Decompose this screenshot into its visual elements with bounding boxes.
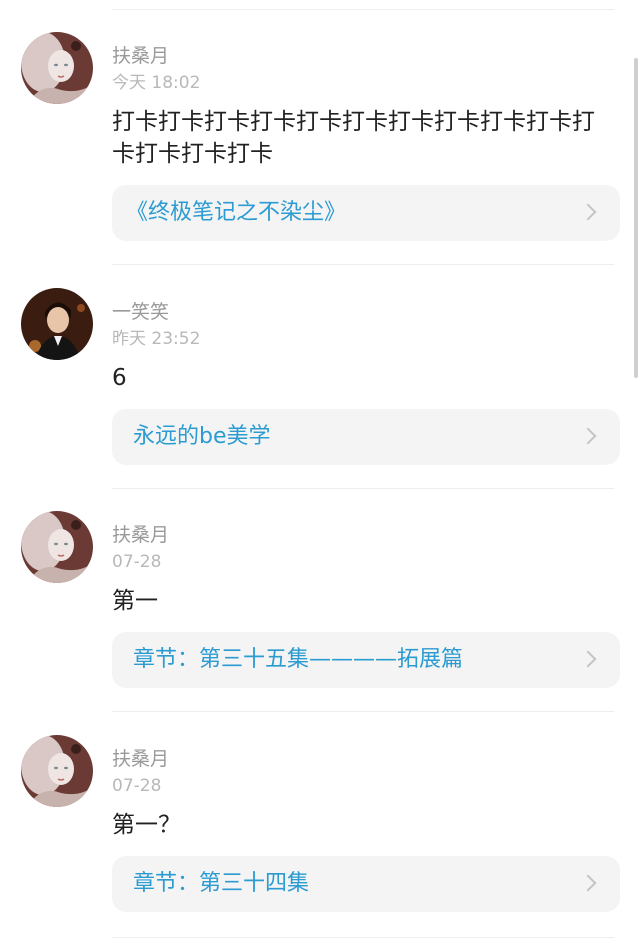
username[interactable]: 扶桑月 bbox=[112, 523, 169, 547]
chevron-right-icon bbox=[579, 874, 597, 892]
timestamp: 昨天 23:52 bbox=[112, 329, 201, 349]
username[interactable]: 扶桑月 bbox=[112, 44, 169, 68]
comment-text: 第一 bbox=[112, 588, 158, 614]
comment-text: 第一？ bbox=[112, 812, 181, 838]
linked-chapter-title: 章节：第三十四集 bbox=[133, 871, 310, 896]
username[interactable]: 一笑笑 bbox=[112, 300, 169, 324]
bottom-divider bbox=[112, 937, 614, 938]
linked-work-card[interactable]: 永远的be美学 bbox=[112, 409, 620, 465]
timestamp: 今天 18:02 bbox=[112, 73, 201, 93]
top-divider bbox=[112, 9, 614, 10]
avatar[interactable] bbox=[21, 288, 93, 360]
comment-divider bbox=[112, 488, 614, 489]
comment-divider bbox=[112, 711, 614, 712]
timestamp: 07-28 bbox=[112, 552, 162, 572]
girl-portrait-avatar-icon bbox=[21, 32, 93, 104]
linked-chapter-title: 章节：第三十五集————拓展篇 bbox=[133, 647, 464, 672]
timestamp: 07-28 bbox=[112, 776, 162, 796]
linked-work-title: 《终极笔记之不染尘》 bbox=[126, 200, 347, 225]
chevron-right-icon bbox=[579, 650, 597, 668]
linked-chapter-card[interactable]: 章节：第三十五集————拓展篇 bbox=[112, 632, 620, 688]
comment-text: 6 bbox=[112, 365, 127, 391]
comment-text: 打卡打卡打卡打卡打卡打卡打卡打卡打卡打卡打卡打卡打卡打卡 bbox=[112, 109, 595, 167]
avatar[interactable] bbox=[21, 32, 93, 104]
linked-chapter-card[interactable]: 章节：第三十四集 bbox=[112, 856, 620, 912]
girl-portrait-avatar-icon bbox=[21, 735, 93, 807]
linked-work-title: 永远的be美学 bbox=[133, 424, 271, 449]
chevron-right-icon bbox=[579, 427, 597, 445]
linked-work-card[interactable]: 《终极笔记之不染尘》 bbox=[112, 185, 620, 241]
boy-portrait-avatar-icon bbox=[21, 288, 93, 360]
comment-divider bbox=[112, 264, 614, 265]
chevron-right-icon bbox=[579, 203, 597, 221]
avatar[interactable] bbox=[21, 511, 93, 583]
username[interactable]: 扶桑月 bbox=[112, 747, 169, 771]
avatar[interactable] bbox=[21, 735, 93, 807]
girl-portrait-avatar-icon bbox=[21, 511, 93, 583]
scrollbar[interactable] bbox=[634, 58, 638, 378]
